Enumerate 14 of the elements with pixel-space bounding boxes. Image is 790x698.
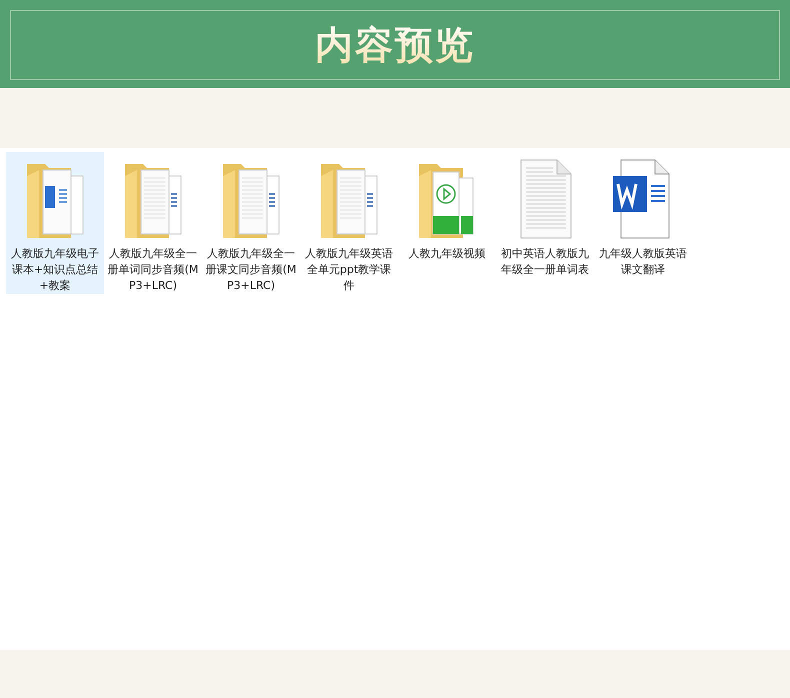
file-item[interactable]: 人教版九年级电子课本+知识点总结+教案 (6, 152, 104, 294)
file-item[interactable]: 初中英语人教版九年级全一册单词表 (496, 152, 594, 294)
file-name: 初中英语人教版九年级全一册单词表 (500, 246, 590, 278)
file-item[interactable]: 人教九年级视频 (398, 152, 496, 294)
file-name: 人教九年级视频 (408, 246, 486, 262)
file-item[interactable]: 九年级人教版英语课文翻译 (594, 152, 692, 294)
file-item[interactable]: 人教版九年级英语全单元ppt教学课件 (300, 152, 398, 294)
file-name: 人教版九年级英语全单元ppt教学课件 (304, 246, 394, 294)
file-item[interactable]: 人教版九年级全一册课文同步音频(MP3+LRC) (202, 152, 300, 294)
file-name: 九年级人教版英语课文翻译 (598, 246, 688, 278)
file-item[interactable]: 人教版九年级全一册单词同步音频(MP3+LRC) (104, 152, 202, 294)
file-name: 人教版九年级电子课本+知识点总结+教案 (10, 246, 100, 294)
file-name: 人教版九年级全一册单词同步音频(MP3+LRC) (107, 246, 199, 294)
file-name: 人教版九年级全一册课文同步音频(MP3+LRC) (205, 246, 297, 294)
